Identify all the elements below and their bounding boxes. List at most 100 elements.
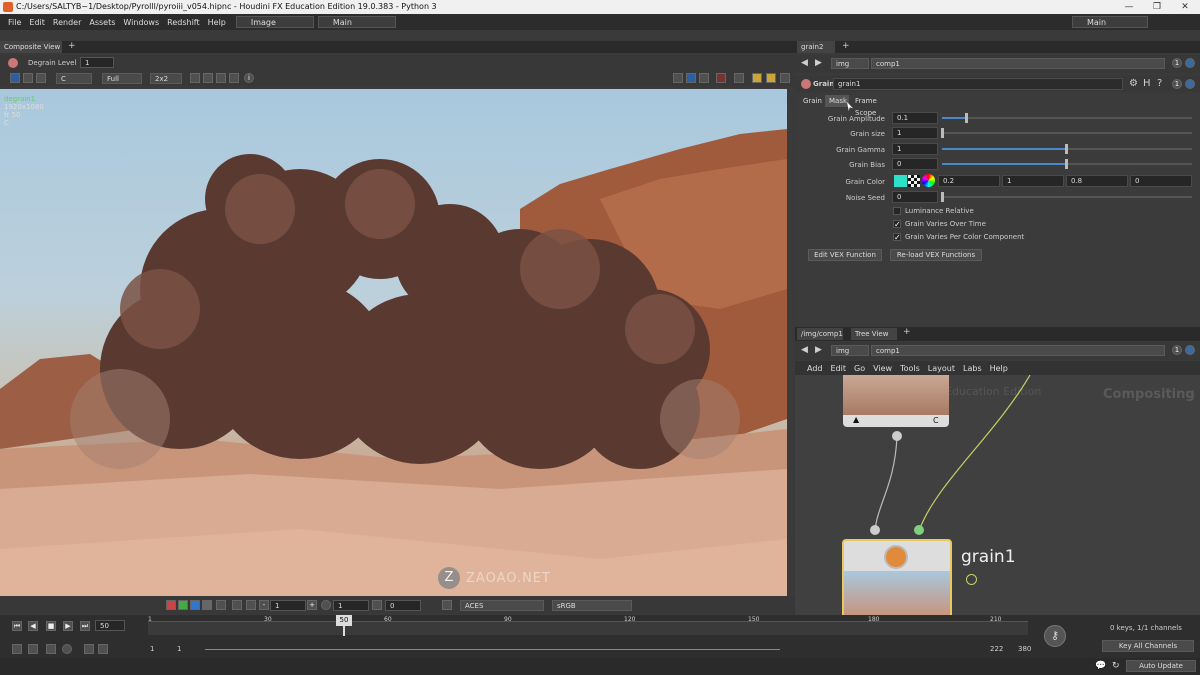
range-end-2[interactable]: 380 [1018, 645, 1031, 653]
key-icon[interactable]: ⚷ [1044, 625, 1066, 647]
reload-vex-button[interactable]: Re-load VEX Functions [890, 249, 982, 261]
net-menu-tools[interactable]: Tools [900, 364, 920, 373]
grain-color-a[interactable]: 0 [1130, 175, 1192, 187]
ocio-icon[interactable] [442, 600, 452, 610]
color-swatch[interactable] [894, 175, 907, 187]
param-slider[interactable] [942, 117, 1192, 119]
red-channel-icon[interactable] [166, 600, 176, 610]
layout-icon[interactable] [699, 73, 709, 83]
node-name-field[interactable]: grain1 [833, 78, 1123, 90]
net-menu-go[interactable]: Go [854, 364, 865, 373]
color-wheel-icon[interactable] [922, 174, 935, 187]
image-icon[interactable] [36, 73, 46, 83]
gear-icon[interactable]: ⚙ [1129, 78, 1138, 89]
pin-icon[interactable]: 1 [1172, 58, 1182, 68]
maximize-button[interactable]: ❐ [1143, 0, 1171, 14]
subtab-mask[interactable]: Mask [825, 95, 849, 107]
param-slider-knob[interactable] [965, 113, 968, 123]
display-select[interactable]: sRGB [552, 600, 632, 611]
net-path-comp[interactable]: comp1 [871, 345, 1165, 356]
menu-redshift[interactable]: Redshift [167, 18, 199, 27]
range-slider[interactable] [205, 649, 780, 650]
range-start-2[interactable]: 1 [177, 645, 181, 653]
param-value[interactable]: 1 [892, 127, 938, 139]
param-value[interactable]: 0.1 [892, 112, 938, 124]
zoom-icon[interactable] [190, 73, 200, 83]
offset-field[interactable]: 0 [385, 600, 421, 611]
menu-windows[interactable]: Windows [123, 18, 159, 27]
grain-color-g[interactable]: 1 [1002, 175, 1064, 187]
loop-icon[interactable] [46, 644, 56, 654]
net-menu-labs[interactable]: Labs [963, 364, 982, 373]
jump-end-icon[interactable]: ⏭ [80, 621, 90, 631]
range-end-icon[interactable] [98, 644, 108, 654]
param-value[interactable]: 0 [892, 158, 938, 170]
node1-output-connector[interactable] [892, 431, 902, 441]
menu-file[interactable]: File [8, 18, 21, 27]
minus-icon[interactable]: - [259, 600, 269, 610]
tab-tree-view[interactable]: Tree View [851, 328, 897, 340]
link-icon[interactable] [1185, 58, 1195, 68]
param-value[interactable]: 0 [892, 191, 938, 203]
node-link-icon[interactable] [1185, 79, 1195, 89]
help-h-icon[interactable]: H [1143, 78, 1151, 89]
lut-icon[interactable] [372, 600, 382, 610]
add-network-tab-icon[interactable]: + [903, 327, 911, 337]
step-back-icon[interactable]: ◀ [28, 621, 38, 631]
net-menu-layout[interactable]: Layout [928, 364, 955, 373]
subtab-frame-scope[interactable]: Frame Scope [851, 95, 897, 117]
subtab-grain[interactable]: Grain [799, 95, 823, 107]
exposure-field[interactable]: 1 [270, 600, 306, 611]
net-menu-edit[interactable]: Edit [831, 364, 847, 373]
snapshot-icon[interactable] [734, 73, 744, 83]
node-pin-icon[interactable]: 1 [1172, 79, 1182, 89]
blue-channel-icon[interactable] [190, 600, 200, 610]
desktop-select-main[interactable]: Main [317, 16, 396, 28]
grain1-node[interactable] [842, 539, 952, 615]
key-all-channels-button[interactable]: Key All Channels [1102, 640, 1194, 652]
menu-assets[interactable]: Assets [89, 18, 115, 27]
param-slider[interactable] [942, 132, 1192, 134]
net-menu-view[interactable]: View [873, 364, 892, 373]
move-icon[interactable] [229, 73, 239, 83]
luminance-relative-checkbox[interactable] [893, 207, 901, 215]
tab-img-comp1[interactable]: /img/comp1 [797, 328, 843, 340]
gamma-icon[interactable] [232, 600, 242, 610]
varies-component-checkbox[interactable]: ✓ [893, 233, 901, 242]
grain-input-connector-2[interactable] [914, 525, 924, 535]
render-icon[interactable] [716, 73, 726, 83]
channel-select[interactable]: C [56, 73, 92, 84]
param-slider-knob[interactable] [1065, 159, 1068, 169]
info-icon[interactable]: i [244, 73, 254, 83]
grain-input-connector-1[interactable] [870, 525, 880, 535]
clock-icon[interactable] [62, 644, 72, 654]
desktop-select-image[interactable]: Image [235, 16, 314, 28]
viewer-menu-icon[interactable] [780, 73, 790, 83]
net-link-icon[interactable] [1185, 345, 1195, 355]
close-button[interactable]: ✕ [1171, 0, 1199, 14]
grid-icon[interactable] [23, 73, 33, 83]
param-value[interactable]: 1 [892, 143, 938, 155]
net-menu-add[interactable]: Add [807, 364, 823, 373]
param-slider[interactable] [942, 196, 1192, 198]
param-slider-knob[interactable] [1065, 144, 1068, 154]
auto-update-button[interactable]: Auto Update [1126, 660, 1196, 672]
composite-viewer[interactable] [0, 89, 787, 596]
node1-footer[interactable]: ▲ C [843, 415, 949, 427]
path-img[interactable]: img [831, 58, 869, 69]
net-menu-help[interactable]: Help [990, 364, 1008, 373]
contrast-icon[interactable] [321, 600, 331, 610]
chat-icon[interactable]: 💬 [1095, 661, 1106, 671]
stop-icon[interactable]: ■ [46, 621, 56, 631]
jump-start-icon[interactable]: ⏮ [12, 621, 22, 631]
luma-icon[interactable] [216, 600, 226, 610]
menu-help[interactable]: Help [208, 18, 226, 27]
compare-icon[interactable] [686, 73, 696, 83]
menu-render[interactable]: Render [53, 18, 81, 27]
grain-color-r[interactable]: 0.2 [938, 175, 1000, 187]
network-editor[interactable]: Education Edition Compositing ▲ C grain1 [795, 375, 1200, 615]
edit-vex-button[interactable]: Edit VEX Function [808, 249, 882, 261]
grain-color-b[interactable]: 0.8 [1066, 175, 1128, 187]
net-forward-arrow-icon[interactable]: ▶ [815, 345, 822, 355]
menu-edit[interactable]: Edit [29, 18, 45, 27]
